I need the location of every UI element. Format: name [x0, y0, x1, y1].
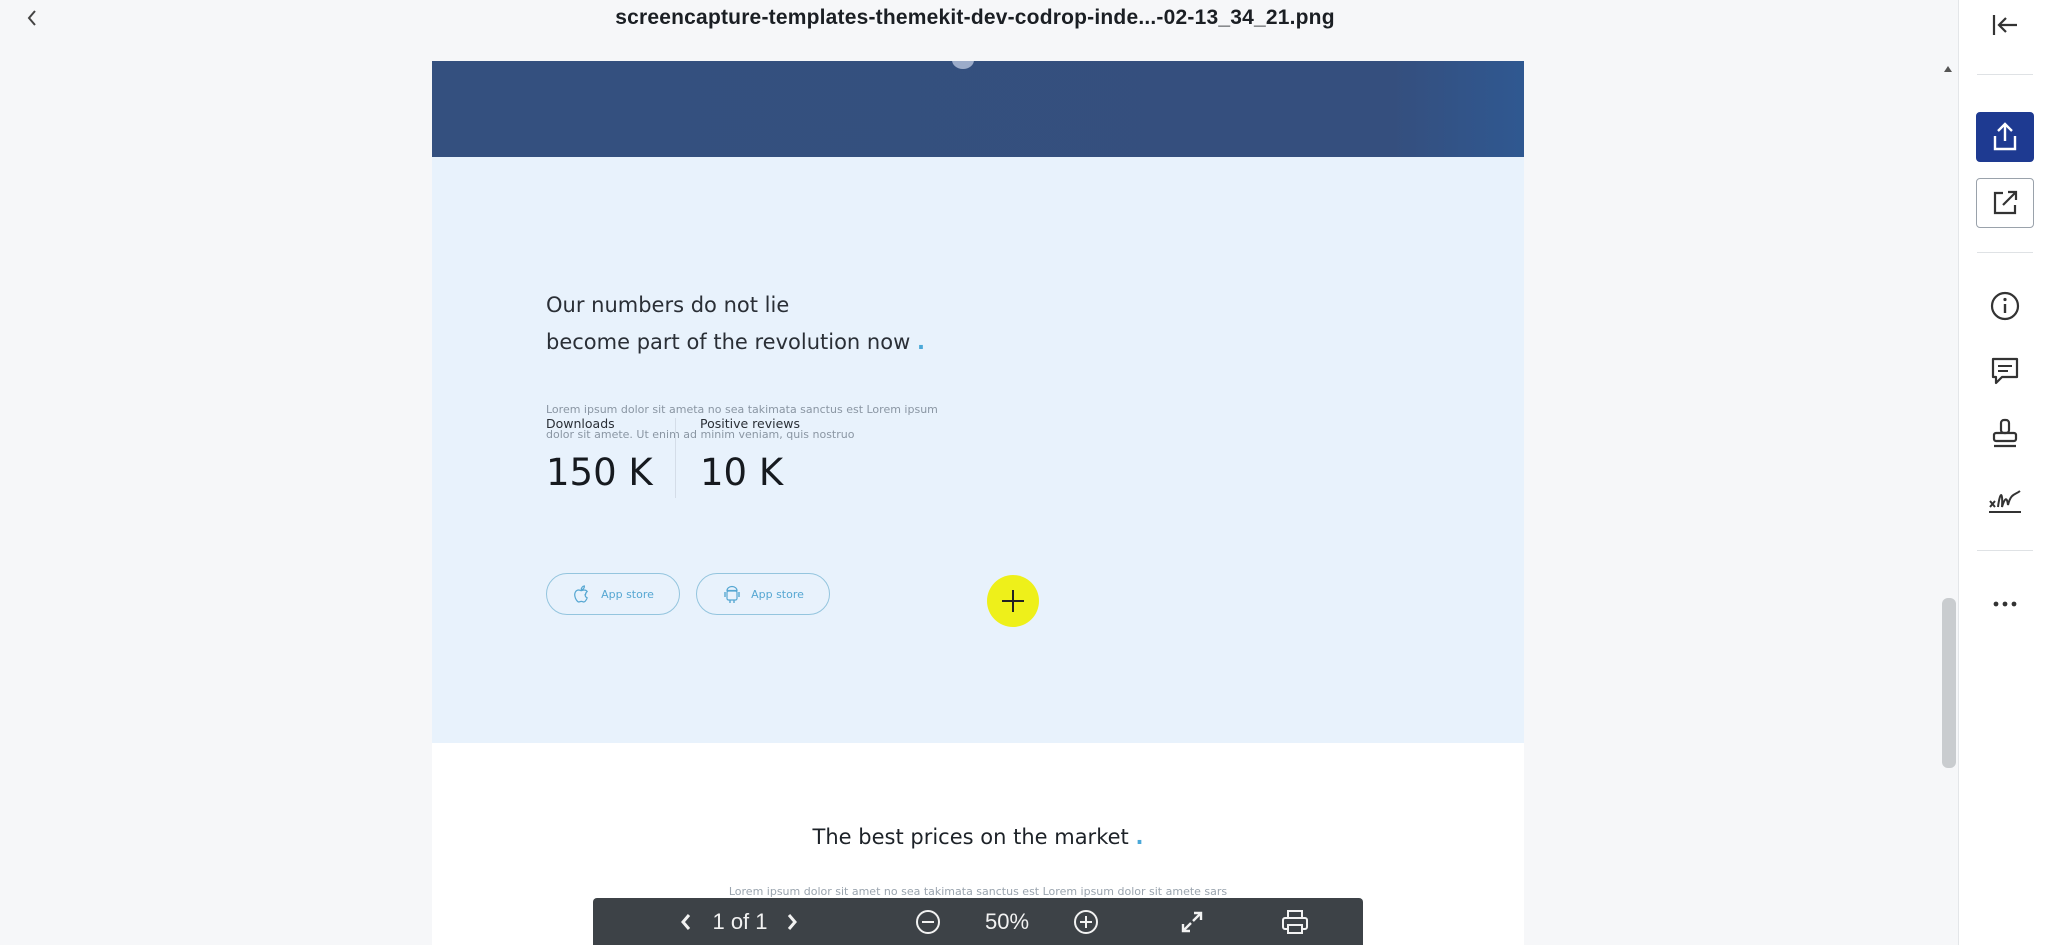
zoom-in-icon	[1074, 909, 1098, 934]
stats-headline: Our numbers do not lie become part of th…	[546, 287, 1146, 361]
sidebar-separator	[1977, 252, 2033, 253]
prices-title: The best prices on the market .	[432, 825, 1524, 849]
app-store-button-label: App store	[601, 587, 654, 601]
print-button[interactable]	[1275, 898, 1315, 945]
fit-screen-icon	[1181, 911, 1203, 932]
stat-downloads: Downloads 150 K	[546, 416, 653, 494]
headline-line-1: Our numbers do not lie	[546, 293, 790, 317]
stamp-button[interactable]	[1976, 409, 2034, 459]
right-sidebar	[1958, 0, 2048, 945]
stat-reviews-value: 10 K	[700, 451, 784, 494]
page-indicator: 1 of 1	[712, 908, 768, 934]
prices-title-text: The best prices on the market	[812, 825, 1129, 849]
info-button[interactable]	[1976, 281, 2034, 331]
sidebar-separator	[1977, 74, 2033, 75]
zoom-out-icon	[916, 909, 940, 934]
prev-page-icon	[681, 913, 691, 930]
hero-decoration	[952, 61, 974, 69]
next-page-button[interactable]	[777, 898, 807, 945]
share-icon	[1993, 122, 2017, 151]
stat-reviews: Positive reviews 10 K	[700, 416, 800, 494]
scroll-up-arrow[interactable]	[1944, 66, 1952, 72]
headline-line-2-text: become part of the revolution now	[546, 330, 911, 354]
crosshair-plus-icon	[1002, 590, 1024, 612]
comment-icon	[1991, 357, 2019, 385]
headline-dot: .	[916, 330, 925, 354]
collapse-panel-icon	[1992, 15, 2017, 35]
stat-downloads-label: Downloads	[546, 416, 615, 431]
prices-title-dot: .	[1135, 825, 1144, 849]
zoom-out-button[interactable]	[911, 898, 945, 945]
title-bar: screencapture-templates-themekit-dev-cod…	[0, 0, 1958, 46]
stat-reviews-label: Positive reviews	[700, 416, 801, 431]
zoom-in-button[interactable]	[1069, 898, 1103, 945]
hero-band	[432, 61, 1524, 157]
cursor-highlight	[987, 575, 1039, 627]
fit-screen-button[interactable]	[1175, 898, 1209, 945]
android-icon	[724, 585, 740, 603]
signature-button[interactable]	[1976, 475, 2034, 525]
app-store-button[interactable]: App store	[546, 573, 680, 615]
signature-icon	[1989, 490, 2021, 513]
stat-downloads-value: 150 K	[546, 451, 653, 494]
print-icon	[1282, 909, 1308, 934]
zoom-level: 50%	[984, 908, 1030, 934]
android-store-button[interactable]: App store	[696, 573, 830, 615]
android-store-button-label: App store	[751, 587, 804, 601]
document-title: screencapture-templates-themekit-dev-cod…	[615, 6, 1335, 29]
scrollbar-thumb[interactable]	[1942, 598, 1956, 768]
viewer-toolbar: 1 of 1 50%	[593, 898, 1363, 945]
stamp-icon	[1992, 418, 2018, 448]
stat-divider	[675, 418, 676, 498]
prices-subtitle: Lorem ipsum dolor sit amet no sea takima…	[728, 885, 1228, 898]
next-page-icon	[787, 913, 797, 930]
more-icon	[1993, 601, 2017, 607]
comment-button[interactable]	[1976, 346, 2034, 396]
sidebar-separator	[1977, 550, 2033, 551]
collapse-panel-button[interactable]	[1976, 0, 2034, 50]
open-external-icon	[1993, 190, 2018, 215]
more-options-button[interactable]	[1976, 579, 2034, 629]
document-page: Our numbers do not lie become part of th…	[432, 61, 1524, 945]
headline-line-2: become part of the revolution now .	[546, 324, 1146, 361]
share-button[interactable]	[1976, 112, 2034, 162]
open-external-button[interactable]	[1976, 178, 2034, 228]
info-icon	[1990, 291, 2020, 321]
prev-page-button[interactable]	[671, 898, 701, 945]
apple-icon	[574, 585, 589, 603]
